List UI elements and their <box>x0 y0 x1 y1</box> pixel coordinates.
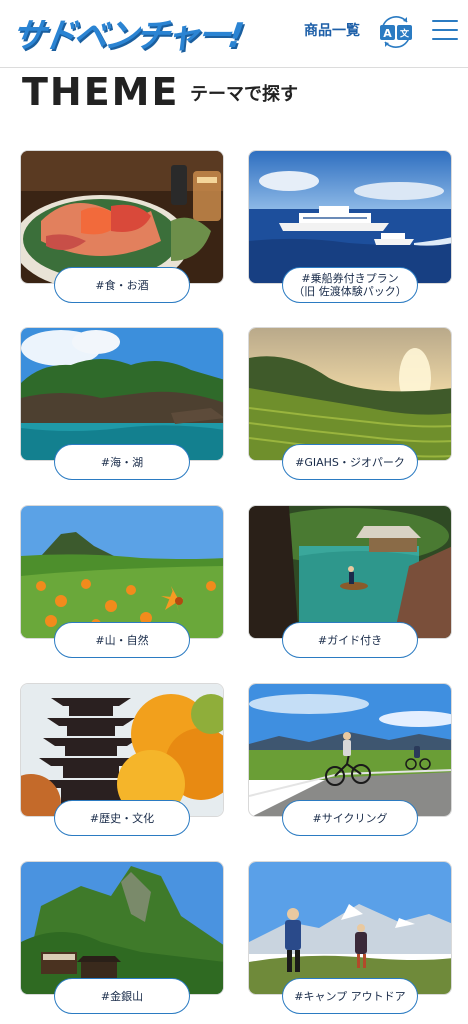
theme-image-sashimi <box>20 150 224 284</box>
svg-text:A: A <box>383 27 392 40</box>
products-list-link[interactable]: 商品一覧 <box>304 20 360 40</box>
theme-card-food-sake[interactable]: #食・お酒 <box>20 150 224 304</box>
svg-text:文: 文 <box>399 28 410 40</box>
theme-image-coast <box>20 327 224 461</box>
theme-card-gold-silver-mine[interactable]: #金銀山 <box>20 861 224 1015</box>
theme-label: #歴史・文化 <box>54 800 190 836</box>
theme-label: #GIAHS・ジオパーク <box>282 444 418 480</box>
translate-button[interactable]: A 文 <box>377 14 415 50</box>
theme-image-rice-terraces <box>248 327 452 461</box>
theme-image-split-mountain <box>20 861 224 995</box>
section-title: THEME <box>22 70 180 114</box>
theme-label: #金銀山 <box>54 978 190 1014</box>
theme-label: #ガイド付き <box>282 622 418 658</box>
theme-card-camping-outdoor[interactable]: #キャンプ アウトドア <box>248 861 452 1015</box>
theme-image-lily-field <box>20 505 224 639</box>
theme-card-cycling[interactable]: #サイクリング <box>248 683 452 837</box>
theme-label: #食・お酒 <box>54 267 190 303</box>
theme-card-giahs-geopark[interactable]: #GIAHS・ジオパーク <box>248 327 452 481</box>
theme-label: #山・自然 <box>54 622 190 658</box>
logo-text: サドベンチャー! <box>8 16 244 56</box>
theme-image-ferry <box>248 150 452 284</box>
theme-label: #乗船券付きプラン（旧 佐渡体験パック） <box>282 267 418 303</box>
theme-label: #海・湖 <box>54 444 190 480</box>
theme-image-hikers <box>248 861 452 995</box>
theme-card-history-culture[interactable]: #歴史・文化 <box>20 683 224 837</box>
theme-card-sea-lake[interactable]: #海・湖 <box>20 327 224 481</box>
theme-image-tub-boat <box>248 505 452 639</box>
theme-label: #キャンプ アウトドア <box>282 978 418 1014</box>
theme-card-mountain-nature[interactable]: #山・自然 <box>20 505 224 659</box>
theme-card-ferry-plan[interactable]: #乗船券付きプラン（旧 佐渡体験パック） <box>248 150 452 304</box>
hamburger-line <box>432 29 458 31</box>
theme-label: #サイクリング <box>282 800 418 836</box>
hamburger-line <box>432 38 458 40</box>
translate-icon: A 文 <box>380 16 412 48</box>
theme-image-cyclists <box>248 683 452 817</box>
theme-image-pagoda <box>20 683 224 817</box>
hamburger-menu-button[interactable] <box>432 16 458 44</box>
theme-card-guided[interactable]: #ガイド付き <box>248 505 452 659</box>
site-header: サドベンチャー! 商品一覧 A 文 <box>0 0 468 68</box>
section-subtitle: テーマで探す <box>190 84 298 105</box>
hamburger-menu-icon <box>432 20 458 22</box>
site-logo[interactable]: サドベンチャー! <box>9 6 244 58</box>
